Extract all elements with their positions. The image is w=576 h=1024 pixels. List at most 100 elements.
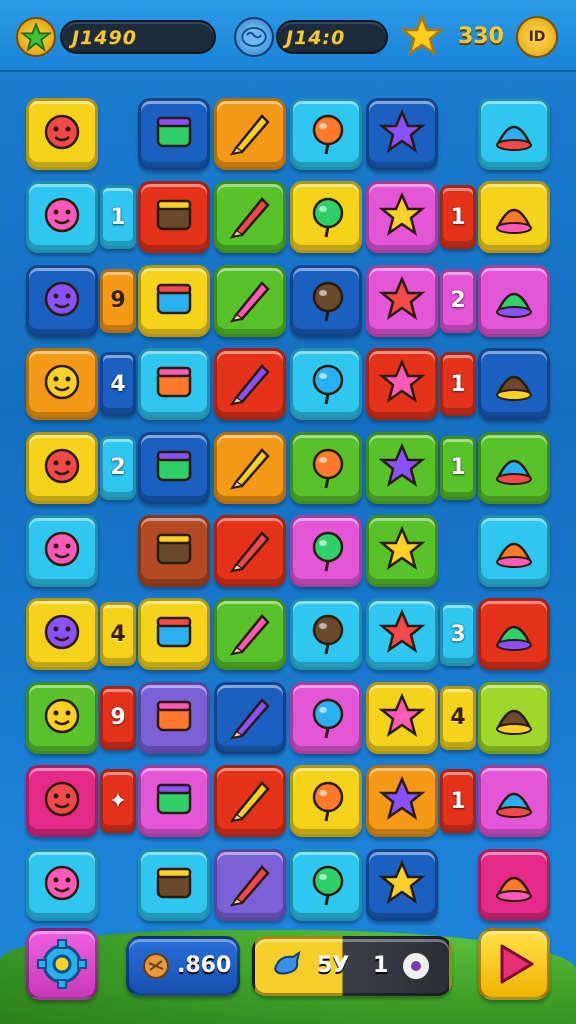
pencil-eraser-tile[interactable] bbox=[138, 264, 210, 337]
orange-leaf-tile[interactable] bbox=[214, 515, 286, 587]
ice-cream-tile[interactable] bbox=[26, 765, 98, 838]
coins-counter: .860 bbox=[126, 936, 240, 996]
control-panel-tile[interactable] bbox=[214, 848, 286, 921]
orange-bottle-tile[interactable] bbox=[214, 264, 286, 337]
side-counter-tile[interactable]: 3 bbox=[440, 602, 476, 667]
yellow-bird-tile[interactable] bbox=[138, 681, 210, 754]
side-counter-tile[interactable]: ✦ bbox=[100, 769, 136, 834]
side-counter-tile[interactable]: 2 bbox=[100, 435, 136, 500]
side-counter-tile[interactable]: 4 bbox=[440, 685, 476, 750]
purple-box-tile[interactable] bbox=[214, 598, 286, 671]
blue-mirror-tile[interactable] bbox=[366, 181, 438, 254]
gift-box-tile[interactable] bbox=[26, 848, 98, 921]
radio-icon bbox=[486, 688, 542, 748]
side-counter-tile[interactable]: 9 bbox=[100, 685, 136, 750]
purple-pen-tile[interactable] bbox=[366, 765, 438, 838]
pink-spray-tile[interactable] bbox=[138, 181, 210, 254]
powerup-counter[interactable]: 5У 1 bbox=[252, 936, 452, 996]
pink-flower-icon bbox=[34, 438, 90, 498]
gear-icon bbox=[37, 939, 87, 989]
pink-flower-tile[interactable] bbox=[26, 431, 98, 504]
magnifier-tile[interactable] bbox=[138, 98, 210, 170]
sun-face-tile[interactable] bbox=[26, 98, 98, 170]
green-backpack-tile[interactable] bbox=[26, 264, 98, 337]
green-ring-tile[interactable] bbox=[478, 181, 550, 254]
powerup-right-value: 1 bbox=[373, 953, 389, 978]
camera-tile[interactable] bbox=[366, 264, 438, 337]
blue-eraser-tile[interactable] bbox=[138, 348, 210, 421]
play-button[interactable] bbox=[478, 928, 550, 1000]
blue-pen-tile[interactable] bbox=[478, 848, 550, 921]
yellow-tube-tile[interactable] bbox=[138, 765, 210, 838]
red-box-tile[interactable] bbox=[26, 181, 98, 254]
dark-ball-tile[interactable] bbox=[26, 348, 98, 421]
side-counter-value: 1 bbox=[450, 788, 466, 814]
green-balloon-tile[interactable] bbox=[290, 348, 362, 421]
octopus-tile[interactable] bbox=[138, 515, 210, 587]
crossed-tools-tile[interactable] bbox=[214, 765, 286, 838]
red-lollipop-tile[interactable] bbox=[290, 431, 362, 504]
blue-bird-icon bbox=[273, 950, 301, 975]
yellow-key-tile[interactable] bbox=[290, 598, 362, 671]
brush-tile[interactable] bbox=[366, 98, 438, 170]
yellow-bird-icon bbox=[146, 688, 202, 748]
orange-crab-tile[interactable] bbox=[478, 348, 550, 421]
bone-icon bbox=[374, 855, 430, 915]
purple-ball-tile[interactable] bbox=[478, 431, 550, 504]
toy-car-tile[interactable] bbox=[138, 431, 210, 504]
side-counter-value: 9 bbox=[110, 705, 126, 731]
crossed-tools-icon bbox=[222, 771, 278, 831]
books-tile[interactable] bbox=[366, 348, 438, 421]
stars-value: 330 bbox=[458, 24, 504, 49]
orange-block-tile[interactable] bbox=[478, 765, 550, 838]
paper-plane-tile[interactable] bbox=[478, 264, 550, 337]
drum-tile[interactable] bbox=[366, 431, 438, 504]
side-counter-tile[interactable]: 2 bbox=[440, 268, 476, 333]
yellow-desk-tile[interactable] bbox=[478, 515, 550, 587]
side-counter-value: 4 bbox=[110, 621, 126, 647]
red-lollipop-icon bbox=[298, 438, 354, 498]
orange-flower-icon bbox=[298, 187, 354, 247]
gift-box-icon bbox=[34, 855, 90, 915]
bone-tile[interactable] bbox=[366, 848, 438, 921]
settings-button[interactable] bbox=[26, 928, 98, 1000]
leaf-brush-tile[interactable] bbox=[214, 431, 286, 504]
syringe-tile[interactable] bbox=[366, 515, 438, 587]
green-arrow-icon bbox=[298, 771, 354, 831]
side-counter-value: 4 bbox=[110, 371, 126, 397]
yellow-sun-tile[interactable] bbox=[290, 681, 362, 754]
purple-bell-tile[interactable] bbox=[26, 515, 98, 587]
gray-spring-tile[interactable] bbox=[214, 681, 286, 754]
monkey-tile[interactable] bbox=[26, 598, 98, 671]
sun-face-icon bbox=[34, 104, 90, 164]
orange-chest-tile[interactable] bbox=[478, 598, 550, 671]
drum-icon bbox=[374, 438, 430, 498]
green-drop-tile[interactable] bbox=[138, 848, 210, 921]
side-counter-tile[interactable]: 1 bbox=[440, 769, 476, 834]
red-rocket-tile[interactable] bbox=[290, 848, 362, 921]
kite-tile[interactable] bbox=[214, 348, 286, 421]
green-arrow-tile[interactable] bbox=[290, 765, 362, 838]
side-counter-tile[interactable]: 4 bbox=[100, 352, 136, 417]
side-counter-tile[interactable]: 1 bbox=[440, 352, 476, 417]
green-cross-tile[interactable] bbox=[214, 98, 286, 170]
pink-bulb-tile[interactable] bbox=[214, 181, 286, 254]
green-pencil-tile[interactable] bbox=[478, 98, 550, 170]
radio-tile[interactable] bbox=[478, 681, 550, 754]
red-marker-tile[interactable] bbox=[26, 681, 98, 754]
blue-ring-tile[interactable] bbox=[138, 598, 210, 671]
blue-eraser-icon bbox=[146, 354, 202, 414]
gear-tile[interactable] bbox=[366, 681, 438, 754]
red-face-tile[interactable] bbox=[290, 515, 362, 587]
orange-flower-tile[interactable] bbox=[290, 181, 362, 254]
menu-button[interactable]: ID bbox=[516, 16, 558, 58]
side-counter-tile[interactable]: 1 bbox=[440, 185, 476, 250]
red-crayon-tile[interactable] bbox=[290, 98, 362, 170]
side-counter-tile[interactable]: 1 bbox=[440, 435, 476, 500]
pink-bag-tile[interactable] bbox=[290, 264, 362, 337]
side-counter-tile[interactable]: 9 bbox=[100, 268, 136, 333]
side-counter-tile[interactable]: 1 bbox=[100, 185, 136, 250]
red-rocket-icon bbox=[298, 855, 354, 915]
purple-card-tile[interactable] bbox=[366, 598, 438, 671]
side-counter-tile[interactable]: 4 bbox=[100, 602, 136, 667]
